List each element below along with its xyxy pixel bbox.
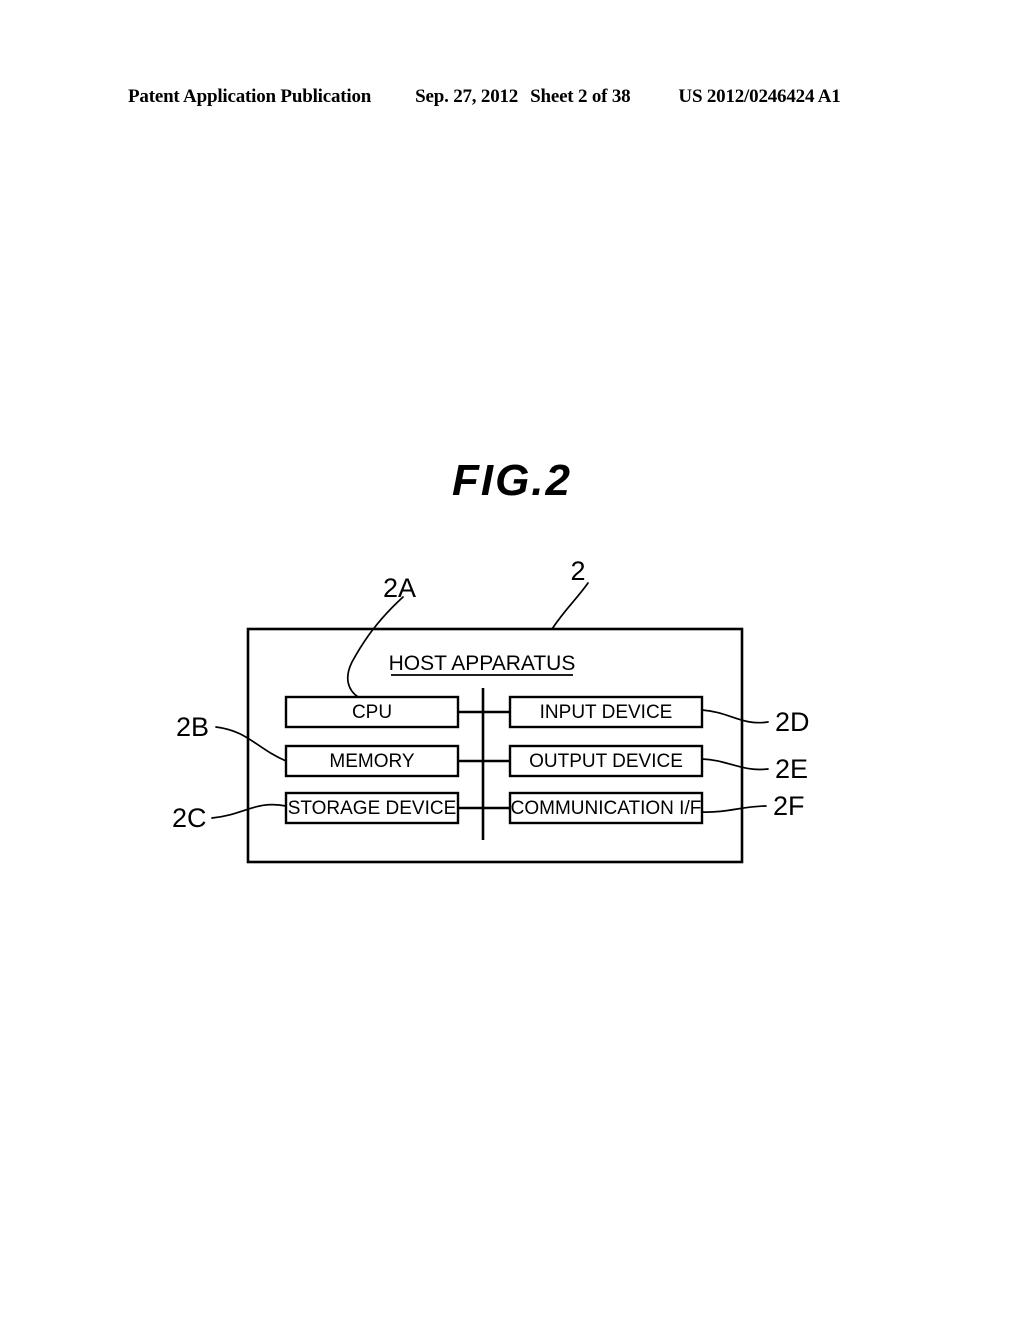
block-input-device-label: INPUT DEVICE — [540, 702, 673, 723]
ref-label-cpu: 2A — [383, 573, 416, 603]
host-apparatus-block-diagram: HOST APPARATUS CPU MEMORY STORAGE DEVICE… — [172, 556, 810, 864]
leader-line-container — [551, 582, 589, 630]
ref-label-container: 2 — [570, 556, 585, 586]
block-communication-if-label: COMMUNICATION I/F — [511, 798, 702, 819]
block-cpu-label: CPU — [352, 702, 392, 723]
host-apparatus-title: HOST APPARATUS — [389, 652, 576, 675]
ref-label-communication-if: 2F — [773, 791, 805, 821]
ref-label-input-device: 2D — [775, 707, 810, 737]
ref-label-memory: 2B — [176, 712, 209, 742]
ref-label-output-device: 2E — [775, 754, 808, 784]
patent-drawing-page: Patent Application Publication Sep. 27, … — [0, 0, 1024, 1320]
block-output-device-label: OUTPUT DEVICE — [529, 751, 683, 772]
ref-label-storage-device: 2C — [172, 803, 207, 833]
block-memory-label: MEMORY — [329, 751, 414, 772]
block-storage-device-label: STORAGE DEVICE — [288, 798, 457, 819]
